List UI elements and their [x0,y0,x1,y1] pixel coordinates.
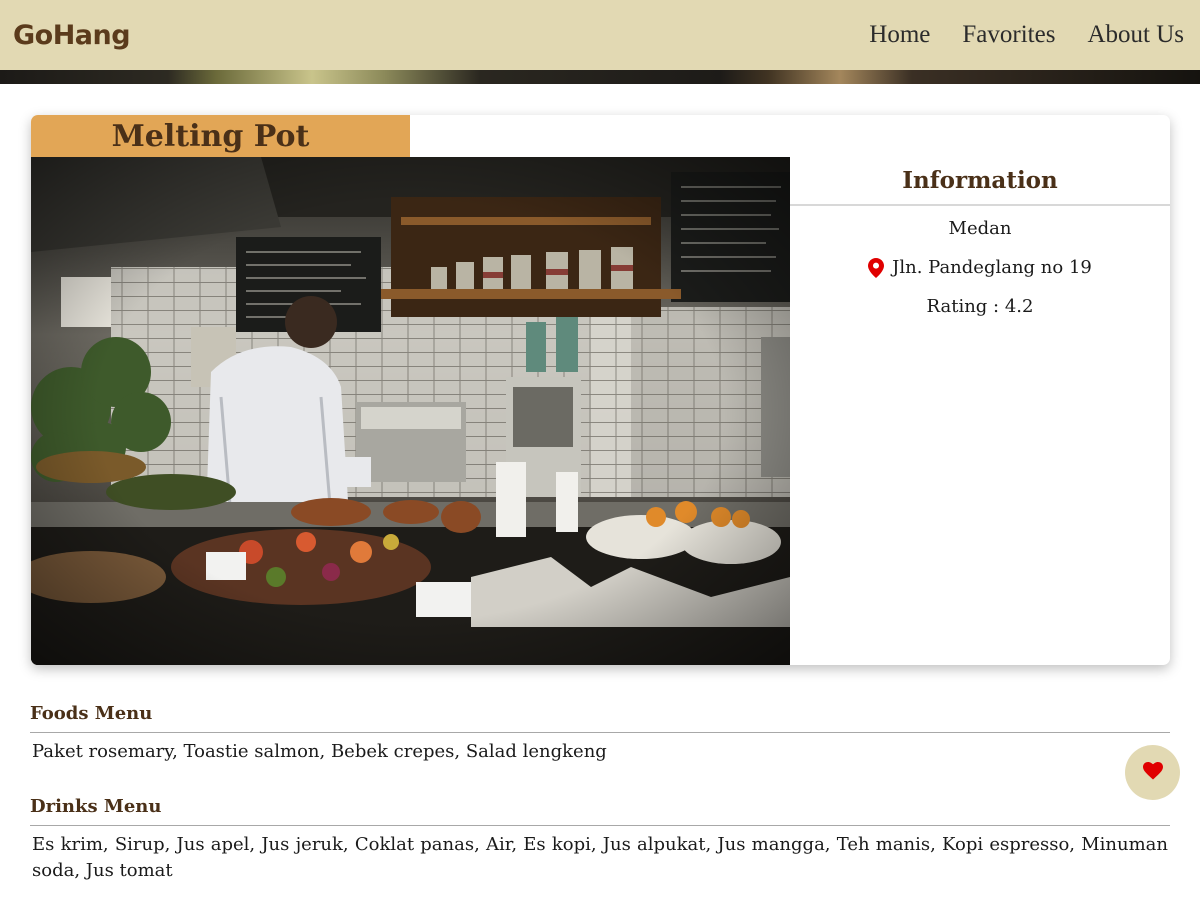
information-panel: Information Medan Jln. Pandeglang no 19 … [790,157,1170,665]
restaurant-name-tab: Melting Pot [31,115,410,157]
nav-links: Home Favorites About Us [869,21,1184,49]
foods-menu-section: Foods Menu Paket rosemary, Toastie salmo… [30,703,1170,765]
city-label: Medan [948,218,1012,239]
rating-label: Rating : 4.2 [926,296,1034,317]
nav-about-us-link[interactable]: About Us [1087,21,1184,49]
add-favorite-button[interactable] [1125,745,1180,800]
restaurant-card: Melting Pot Information Medan Jln. Pande… [31,115,1170,665]
foods-menu-heading: Foods Menu [30,703,1170,733]
restaurant-name: Melting Pot [111,118,310,154]
nav-favorites-link[interactable]: Favorites [962,21,1055,49]
restaurant-photo [31,157,790,665]
map-marker-icon [868,257,885,278]
nav-home-link[interactable]: Home [869,21,930,49]
hero-image-strip [0,70,1200,84]
drinks-menu-section: Drinks Menu Es krim, Sirup, Jus apel, Ju… [30,796,1170,884]
information-title: Information [790,157,1170,206]
address-row: Jln. Pandeglang no 19 [790,257,1170,278]
foods-menu-items: Paket rosemary, Toastie salmon, Bebek cr… [32,741,607,762]
navbar: GoHang Home Favorites About Us [0,0,1200,70]
address-text: Jln. Pandeglang no 19 [892,257,1092,278]
heart-icon [1142,761,1163,784]
drinks-menu-heading: Drinks Menu [30,796,1170,826]
drinks-menu-items: Es krim, Sirup, Jus apel, Jus jeruk, Cok… [32,834,1168,881]
brand-logo[interactable]: GoHang [13,20,131,51]
